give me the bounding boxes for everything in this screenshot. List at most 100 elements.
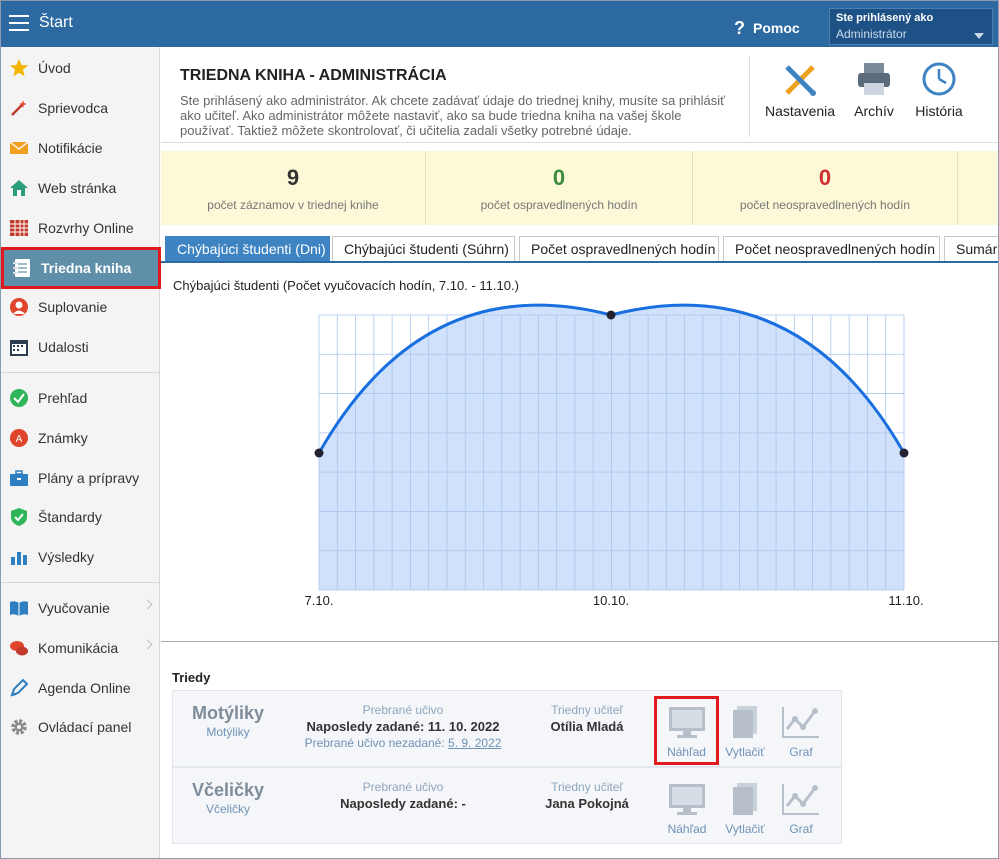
sidebar-item-rozvrhy-online[interactable]: Rozvrhy Online: [1, 209, 159, 247]
sidebar-item-sprievodca[interactable]: Sprievodca: [1, 89, 159, 127]
graph-label: Graf: [789, 745, 813, 759]
archive-label: Archív: [854, 103, 894, 119]
sidebar-item-label: Vyučovanie: [38, 600, 110, 616]
chart-point: [899, 448, 909, 458]
settings-button[interactable]: Nastavenia: [765, 61, 835, 119]
stat-divider: [957, 151, 958, 225]
not-entered-label: Prebrané učivo nezadané:: [304, 736, 445, 750]
sidebar-item-label: Známky: [38, 430, 88, 446]
stat-value: 9: [286, 165, 300, 190]
user-label: Ste prihlásený ako: [836, 12, 934, 24]
help-button[interactable]: ? Pomoc: [734, 17, 800, 38]
taken-material: Prebrané učivo Naposledy zadané: -: [283, 780, 523, 811]
hamburger-menu-icon[interactable]: [9, 15, 29, 31]
class-teacher: Triedny učiteľ Jana Pokojná: [518, 780, 656, 811]
history-button[interactable]: História: [911, 61, 967, 119]
sidebar-item-label: Rozvrhy Online: [38, 220, 134, 236]
x-tick-label: 11.10.: [888, 593, 923, 608]
tab-unexcused-hours[interactable]: Počet neospravedlnených hodín: [723, 236, 940, 261]
tab-summary[interactable]: Sumár: [944, 236, 998, 261]
sidebar-item-triedna-kniha[interactable]: Triedna kniha: [1, 247, 161, 289]
class-teacher-label: Triedny učiteľ: [551, 780, 623, 794]
page-description: Ste prihlásený ako administrátor. Ak chc…: [180, 93, 725, 138]
print-button[interactable]: Vytlačiť: [719, 703, 771, 759]
sidebar-item-znamky[interactable]: A Známky: [1, 419, 159, 457]
classes-title: Triedy: [172, 670, 211, 685]
sidebar-item-label: Triedna kniha: [41, 260, 132, 276]
stat-excused: 0 počet ospravedlnených hodín: [426, 151, 692, 225]
sidebar-item-agenda-online[interactable]: Agenda Online: [1, 669, 159, 707]
shield-check-icon: [9, 507, 29, 527]
class-name[interactable]: Včeličky: [173, 780, 283, 801]
chat-icon: [9, 638, 29, 658]
header-divider: [749, 55, 750, 137]
sidebar-item-komunikacia[interactable]: Komunikácia: [1, 629, 159, 667]
not-entered-date-link[interactable]: 5. 9. 2022: [448, 736, 501, 750]
class-subname: Motýliky: [206, 725, 250, 739]
sidebar-item-notifikacie[interactable]: Notifikácie: [1, 129, 159, 167]
graph-button[interactable]: Graf: [775, 780, 827, 836]
sidebar-item-label: Ovládací panel: [38, 719, 132, 735]
clock-icon: [920, 61, 958, 97]
preview-button[interactable]: Náhľad: [654, 696, 719, 765]
question-icon: ?: [734, 18, 745, 38]
notebook-icon: [12, 258, 32, 278]
user-select[interactable]: Ste prihlásený ako Administrátor: [829, 8, 993, 45]
sidebar-item-label: Suplovanie: [38, 299, 108, 315]
sidebar-item-uvod[interactable]: Úvod: [1, 49, 159, 87]
sidebar-divider: [1, 582, 159, 583]
class-name[interactable]: Motýliky: [173, 703, 283, 724]
tab-missing-days[interactable]: Chýbajúci študenti (Dni): [165, 236, 330, 261]
stat-value: 0: [552, 165, 566, 190]
chevron-right-icon: [142, 639, 153, 650]
chart-panel: Chýbajúci študenti (Počet vyučovacích ho…: [161, 263, 998, 642]
sidebar-item-udalosti[interactable]: Udalosti: [1, 328, 159, 366]
archive-button[interactable]: Archív: [849, 61, 899, 119]
sidebar-item-plany-a-pripravy[interactable]: Plány a prípravy: [1, 459, 159, 497]
stat-label: počet ospravedlnených hodín: [480, 198, 638, 212]
x-tick-label: 10.10.: [593, 593, 629, 608]
start-link[interactable]: Štart: [39, 14, 73, 32]
printer-icon: [855, 61, 893, 97]
stat-records: 9 počet záznamov v triednej knihe: [161, 151, 425, 225]
grade-icon: A: [9, 428, 29, 448]
stats-bar: 9 počet záznamov v triednej knihe 0 poče…: [161, 151, 998, 225]
preview-button[interactable]: Náhľad: [661, 780, 713, 836]
timetable-icon: [9, 218, 29, 238]
monitor-icon: [665, 780, 709, 818]
document-icon: [723, 703, 767, 741]
sidebar-item-vysledky[interactable]: Výsledky: [1, 538, 159, 576]
sidebar-item-prehlad[interactable]: Prehľad: [1, 379, 159, 417]
page-header: TRIEDNA KNIHA - ADMINISTRÁCIA Ste prihlá…: [161, 47, 998, 143]
sidebar-item-vyucovanie[interactable]: Vyučovanie: [1, 589, 159, 627]
print-button[interactable]: Vytlačiť: [719, 780, 771, 836]
taken-material-label: Prebrané učivo: [362, 780, 444, 794]
sidebar-item-suplovanie[interactable]: Suplovanie: [1, 288, 159, 326]
tab-missing-summary[interactable]: Chýbajúci študenti (Súhrn): [332, 236, 515, 261]
line-graph-icon: [779, 703, 823, 741]
class-teacher-name: Jana Pokojná: [545, 796, 629, 811]
preview-label: Náhľad: [667, 745, 706, 759]
pen-icon: [9, 678, 29, 698]
taken-material-label: Prebrané učivo: [362, 703, 444, 717]
history-label: História: [915, 103, 963, 119]
user-value: Administrátor: [836, 27, 907, 41]
sidebar-item-ovladaci-panel[interactable]: Ovládací panel: [1, 708, 159, 746]
stat-label: počet záznamov v triednej knihe: [207, 198, 379, 212]
calendar-icon: [9, 337, 29, 357]
class-teacher: Triedny učiteľ Otília Mladá: [518, 703, 656, 734]
graph-button[interactable]: Graf: [775, 703, 827, 759]
sidebar-item-standardy[interactable]: Štandardy: [1, 498, 159, 536]
settings-label: Nastavenia: [765, 103, 836, 119]
class-row: Motýliky Motýliky Prebrané učivo Naposle…: [172, 690, 842, 767]
sidebar-item-label: Udalosti: [38, 339, 89, 355]
class-teacher-label: Triedny učiteľ: [551, 703, 623, 717]
class-subname: Včeličky: [205, 802, 250, 816]
last-entered: Naposledy zadané: 11. 10. 2022: [306, 719, 500, 734]
sidebar-item-web-stranka[interactable]: Web stránka: [1, 169, 159, 207]
bar-chart-icon: [9, 547, 29, 567]
sidebar: Úvod Sprievodca Notifikácie Web stránka …: [1, 47, 161, 858]
area-chart: 7.10. 10.10. 11.10.: [305, 303, 924, 608]
tab-excused-hours[interactable]: Počet ospravedlnených hodín: [519, 236, 719, 261]
sidebar-item-label: Notifikácie: [38, 140, 103, 156]
